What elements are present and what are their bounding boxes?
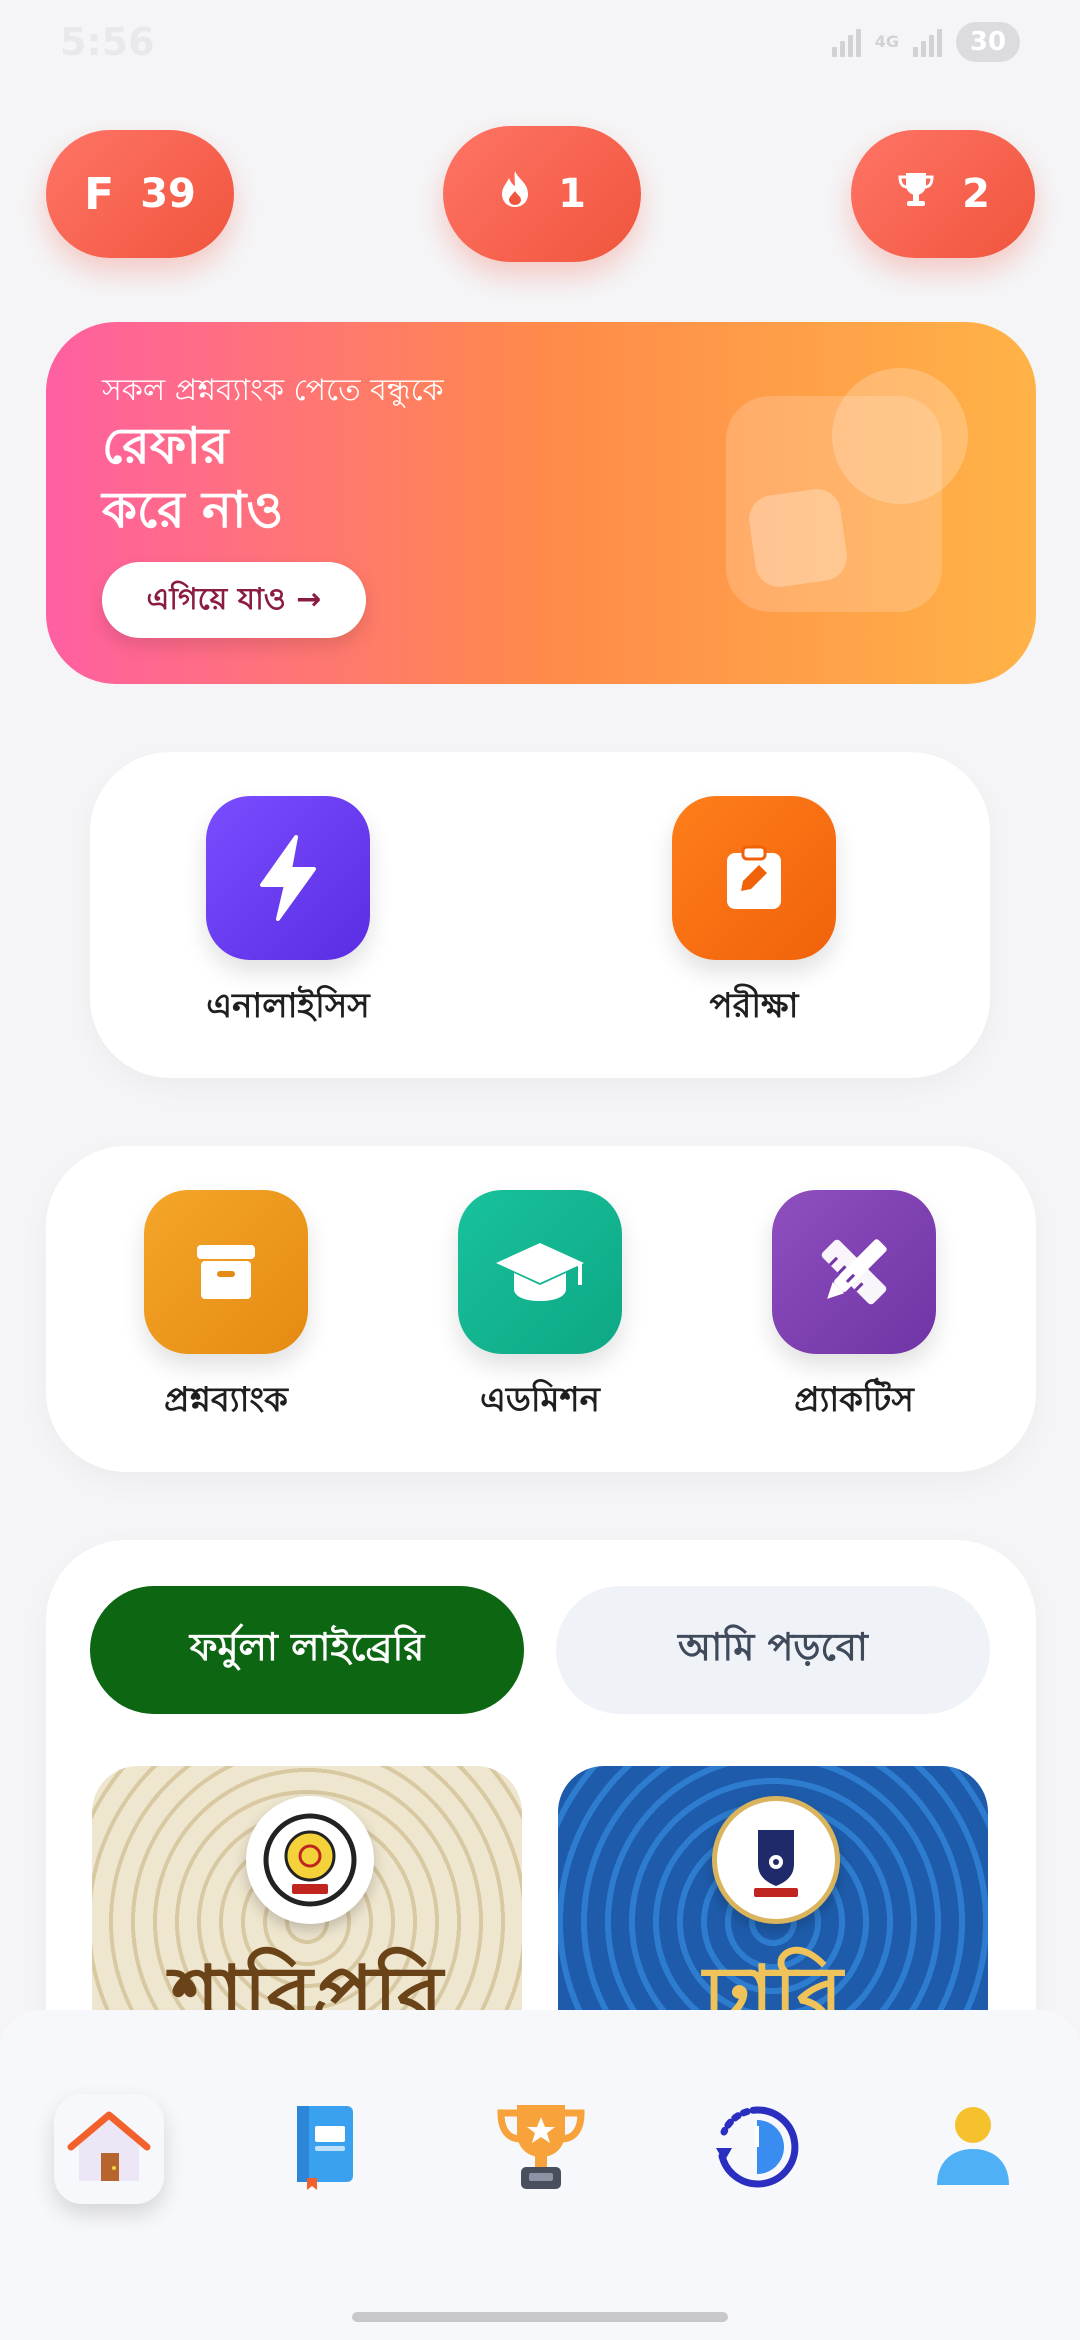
status-bar: 5:56 4G 30 xyxy=(0,0,1080,90)
nav-leaderboard[interactable] xyxy=(486,2094,596,2204)
home-icon xyxy=(67,2107,151,2191)
referral-banner[interactable]: সকল প্রশ্নব্যাংক পেতে বন্ধুকে রেফার করে … xyxy=(46,322,1036,684)
book-icon xyxy=(293,2102,357,2196)
points-pill[interactable]: F 39 xyxy=(46,130,234,258)
du-seal-icon xyxy=(712,1796,840,1924)
status-icons: 4G 30 xyxy=(831,22,1020,62)
signal-icon-2 xyxy=(913,27,942,57)
banner-title-line2: করে নাও xyxy=(102,481,284,539)
analysis-feature[interactable]: এনালাইসিস xyxy=(158,796,418,1037)
banner-decoration xyxy=(746,486,850,590)
trophy-pill[interactable]: 2 xyxy=(851,130,1035,258)
banner-title-line1: রেফার xyxy=(102,417,229,475)
pencil-ruler-icon xyxy=(772,1190,936,1354)
secondary-features-card: প্রশ্নব্যাংক এডমিশন প্র্যাকটিস xyxy=(46,1146,1036,1472)
primary-features-card: এনালাইসিস পরীক্ষা xyxy=(90,752,990,1078)
exam-label: পরীক্ষা xyxy=(709,986,799,1026)
graduation-cap-icon xyxy=(458,1190,622,1354)
admission-label: এডমিশন xyxy=(480,1380,600,1420)
nav-books[interactable] xyxy=(270,2094,380,2204)
tab-i-will-read[interactable]: আমি পড়বো xyxy=(556,1586,990,1714)
points-letter-icon: F xyxy=(84,168,115,220)
battery-indicator: 30 xyxy=(956,22,1020,62)
admission-feature[interactable]: এডমিশন xyxy=(410,1190,670,1431)
profile-icon xyxy=(933,2105,1013,2193)
archive-box-icon xyxy=(144,1190,308,1354)
sust-seal-icon xyxy=(246,1796,374,1924)
streak-value: 1 xyxy=(558,171,586,217)
nav-profile[interactable] xyxy=(918,2094,1028,2204)
question-bank-feature[interactable]: প্রশ্নব্যাংক xyxy=(96,1190,356,1431)
practice-label: প্র্যাকটিস xyxy=(794,1380,914,1420)
streak-pill[interactable]: 1 xyxy=(443,126,641,262)
practice-feature[interactable]: প্র্যাকটিস xyxy=(724,1190,984,1431)
network-type: 4G xyxy=(874,32,899,51)
tab-formula-library[interactable]: ফর্মুলা লাইব্রেরি xyxy=(90,1586,524,1714)
clipboard-edit-icon xyxy=(672,796,836,960)
lightning-icon xyxy=(206,796,370,960)
exam-feature[interactable]: পরীক্ষা xyxy=(624,796,884,1037)
analysis-label: এনালাইসিস xyxy=(206,986,370,1026)
points-value: 39 xyxy=(140,171,196,217)
banner-title: রেফার করে নাও xyxy=(102,414,283,542)
nav-history[interactable] xyxy=(702,2094,812,2204)
trophy-icon xyxy=(493,2099,589,2199)
flame-icon xyxy=(498,169,532,219)
book-card-du[interactable]: ঢাবি xyxy=(558,1766,988,2026)
trophy-icon xyxy=(896,169,936,219)
question-bank-label: প্রশ্নব্যাংক xyxy=(164,1380,288,1420)
bottom-navigation xyxy=(0,2010,1080,2340)
banner-decoration xyxy=(832,368,968,504)
book-card-sust[interactable]: শাবিপ্রবি xyxy=(92,1766,522,2026)
referral-button[interactable]: এগিয়ে যাও → xyxy=(102,562,366,638)
nav-home[interactable] xyxy=(54,2094,164,2204)
history-icon xyxy=(714,2104,800,2194)
trophy-value: 2 xyxy=(962,171,990,217)
banner-subtitle: সকল প্রশ্নব্যাংক পেতে বন্ধুকে xyxy=(102,373,444,408)
signal-icon xyxy=(831,27,861,57)
status-time: 5:56 xyxy=(60,20,155,64)
home-indicator[interactable] xyxy=(352,2312,728,2322)
